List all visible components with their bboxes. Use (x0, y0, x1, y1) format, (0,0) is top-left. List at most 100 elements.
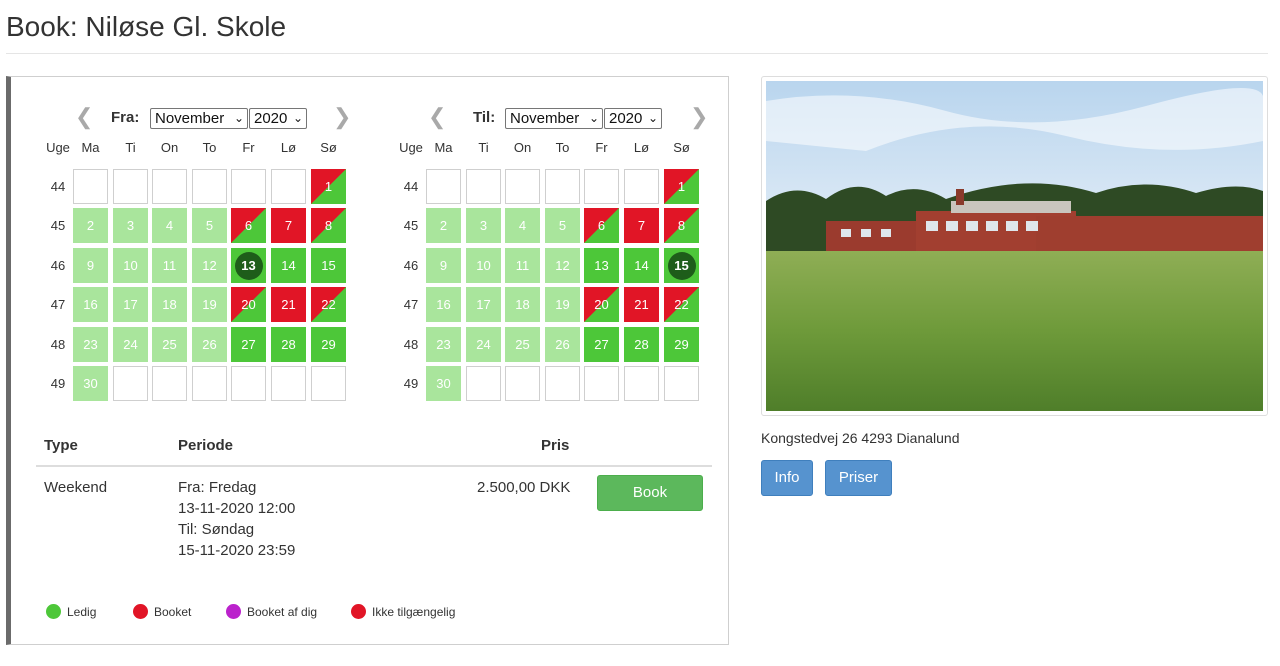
calendar-day[interactable]: 24 (113, 327, 148, 362)
calendar-day[interactable]: 17 (113, 287, 148, 322)
calendar-day[interactable]: 22 (311, 287, 346, 322)
calendar-day[interactable]: 29 (664, 327, 699, 362)
month-select-value: November (155, 110, 225, 127)
calendar-day[interactable]: 8 (311, 208, 346, 243)
calendar-day[interactable]: 13 (584, 248, 619, 283)
table-header-divider (36, 465, 712, 467)
calendar-day[interactable]: 25 (505, 327, 540, 362)
calendar-day[interactable]: 2 (73, 208, 108, 243)
calendar-day[interactable]: 7 (624, 208, 659, 243)
calendar-header: ❮ Til: November ⌄ 2020 ⌄ ❯ (396, 105, 736, 131)
calendar-empty-cell (73, 169, 108, 204)
calendar-day[interactable]: 2 (426, 208, 461, 243)
chevron-down-icon: ⌄ (588, 111, 599, 125)
calendar-day[interactable]: 10 (466, 248, 501, 283)
calendar-day[interactable]: 20 (584, 287, 619, 322)
calendar-day[interactable]: 14 (624, 248, 659, 283)
calendar-day[interactable]: 8 (664, 208, 699, 243)
calendar-day[interactable]: 23 (73, 327, 108, 362)
calendar-day[interactable]: 1 (311, 169, 346, 204)
book-button[interactable]: Book (597, 475, 703, 511)
calendar-day[interactable]: 21 (271, 287, 306, 322)
calendar-day[interactable]: 30 (426, 366, 461, 401)
calendar-day[interactable]: 27 (231, 327, 266, 362)
calendar-day[interactable]: 4 (505, 208, 540, 243)
year-select-value: 2020 (609, 110, 643, 127)
calendar-day[interactable]: 12 (192, 248, 227, 283)
month-select[interactable]: November ⌄ (505, 108, 603, 129)
calendar-day[interactable]: 18 (505, 287, 540, 322)
calendar-empty-cell (271, 366, 306, 401)
calendar-day[interactable]: 24 (466, 327, 501, 362)
calendar-empty-cell (311, 366, 346, 401)
legend-dot-icon (46, 604, 61, 619)
calendar-day[interactable]: 16 (73, 287, 108, 322)
calendar-day[interactable]: 9 (73, 248, 108, 283)
chevron-left-icon[interactable]: ❮ (428, 106, 446, 128)
calendar-day[interactable]: 18 (152, 287, 187, 322)
weekday-header: On (160, 140, 179, 155)
chevron-left-icon[interactable]: ❮ (75, 106, 93, 128)
week-number: 49 (403, 376, 419, 391)
calendar-day[interactable]: 14 (271, 248, 306, 283)
calendar-day[interactable]: 19 (545, 287, 580, 322)
chevron-right-icon[interactable]: ❯ (690, 106, 708, 128)
page-title: Book: Niløse Gl. Skole (6, 11, 287, 42)
calendar-day[interactable]: 5 (545, 208, 580, 243)
calendar-day[interactable]: 30 (73, 366, 108, 401)
calendar-day[interactable]: 20 (231, 287, 266, 322)
calendar-day[interactable]: 4 (152, 208, 187, 243)
calendar-day[interactable]: 15 (664, 248, 699, 283)
calendar-day[interactable]: 13 (231, 248, 266, 283)
calendar-day[interactable]: 26 (192, 327, 227, 362)
prices-button[interactable]: Priser (825, 460, 892, 496)
info-button[interactable]: Info (761, 460, 813, 496)
weekday-header: Lø (280, 140, 297, 155)
calendar-day[interactable]: 29 (311, 327, 346, 362)
year-select[interactable]: 2020 ⌄ (604, 108, 662, 129)
chevron-right-icon[interactable]: ❯ (333, 106, 351, 128)
calendar-day[interactable]: 5 (192, 208, 227, 243)
calendar-to: ❮ Til: November ⌄ 2020 ⌄ ❯ Uge Ma Ti On To Fr Lø Sø 44 1… (396, 105, 736, 401)
calendar-day[interactable]: 19 (192, 287, 227, 322)
weekday-header: To (202, 140, 217, 155)
calendar-empty-cell (152, 366, 187, 401)
calendar-day[interactable]: 28 (624, 327, 659, 362)
calendar-day[interactable]: 22 (664, 287, 699, 322)
calendar-day[interactable]: 11 (152, 248, 187, 283)
calendar-day[interactable]: 7 (271, 208, 306, 243)
calendar-day[interactable]: 10 (113, 248, 148, 283)
calendar-empty-cell (545, 366, 580, 401)
calendar-day[interactable]: 23 (426, 327, 461, 362)
column-header-type: Type (44, 437, 78, 454)
calendar-label: Til: (473, 109, 496, 126)
calendar-day[interactable]: 11 (505, 248, 540, 283)
chevron-down-icon: ⌄ (647, 111, 658, 125)
year-select[interactable]: 2020 ⌄ (249, 108, 307, 129)
calendar-day[interactable]: 3 (113, 208, 148, 243)
calendar-day[interactable]: 6 (584, 208, 619, 243)
calendar-day[interactable]: 27 (584, 327, 619, 362)
month-select[interactable]: November ⌄ (150, 108, 248, 129)
week-number-header: Uge (46, 140, 70, 155)
venue-address: Kongstedvej 26 4293 Dianalund (761, 430, 960, 446)
calendar-day[interactable]: 16 (426, 287, 461, 322)
calendar-day[interactable]: 17 (466, 287, 501, 322)
week-number: 46 (403, 258, 419, 273)
calendar-empty-cell (271, 169, 306, 204)
booking-period: Fra: Fredag 13-11-2020 12:00 Til: Søndag… (178, 477, 295, 561)
calendar-empty-cell (505, 169, 540, 204)
calendar-day[interactable]: 21 (624, 287, 659, 322)
period-from-datetime: 13-11-2020 12:00 (178, 500, 296, 517)
calendar-day[interactable]: 1 (664, 169, 699, 204)
calendar-day[interactable]: 3 (466, 208, 501, 243)
calendar-day[interactable]: 9 (426, 248, 461, 283)
calendar-day[interactable]: 28 (271, 327, 306, 362)
calendar-day[interactable]: 15 (311, 248, 346, 283)
calendar-day[interactable]: 12 (545, 248, 580, 283)
calendar-day[interactable]: 26 (545, 327, 580, 362)
weekday-header: Sø (673, 140, 690, 155)
calendar-day[interactable]: 6 (231, 208, 266, 243)
calendar-day[interactable]: 25 (152, 327, 187, 362)
week-number-header: Uge (399, 140, 423, 155)
